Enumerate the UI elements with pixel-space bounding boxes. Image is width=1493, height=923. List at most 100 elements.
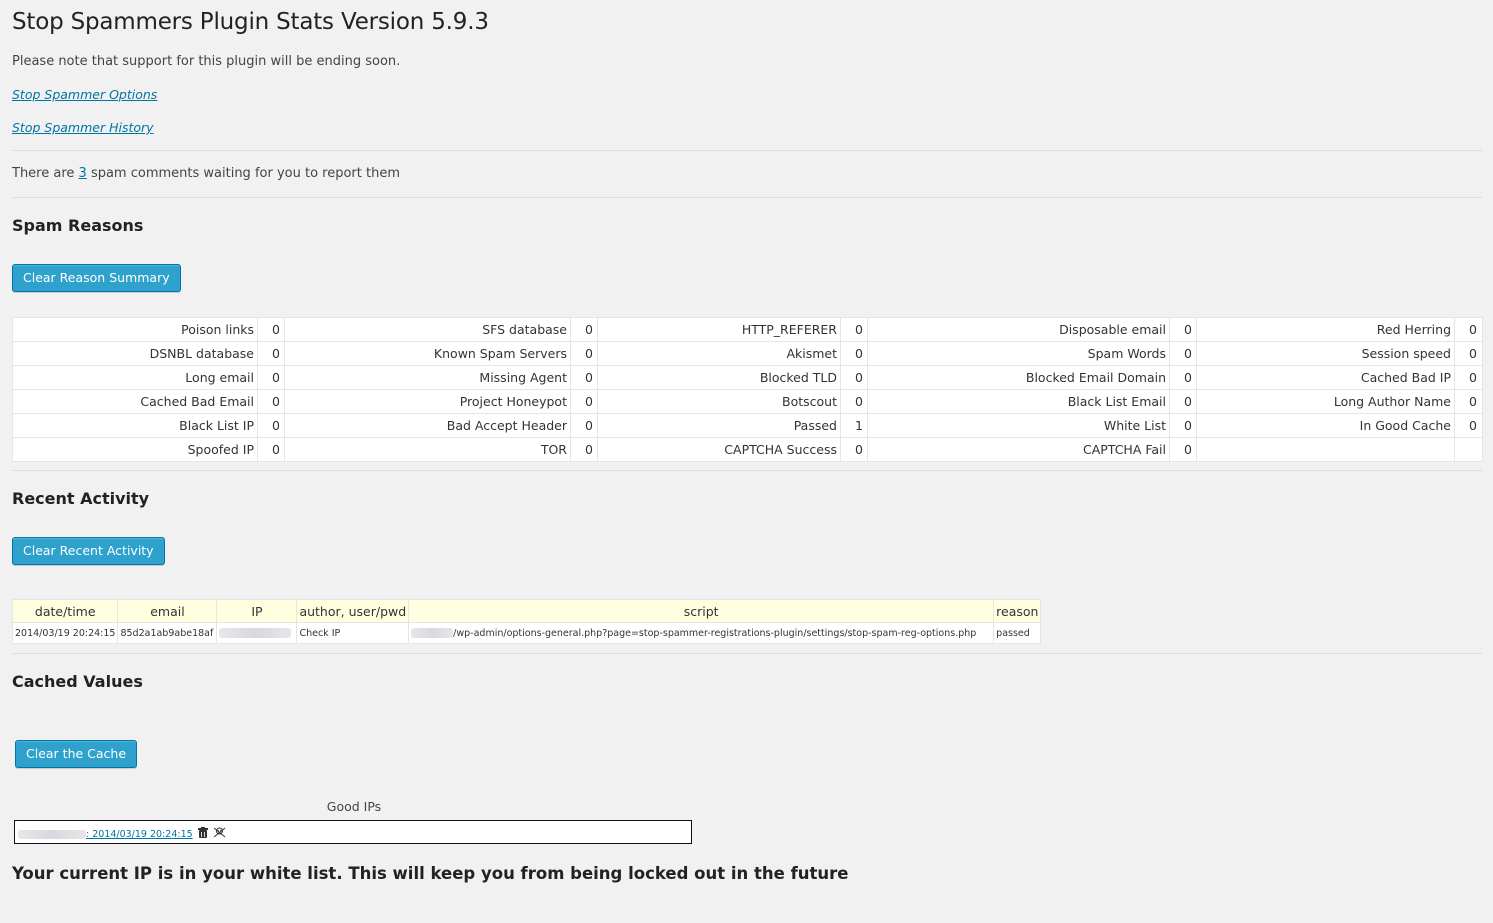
clear-recent-activity-button[interactable]: Clear Recent Activity — [12, 537, 165, 565]
cell-ip — [216, 622, 298, 644]
reason-label: Passed — [597, 413, 841, 438]
cell-datetime: 2014/03/19 20:24:15 — [11, 622, 119, 644]
spam-reasons-table: Poison links 0 SFS database 0 HTTP_REFERER 0 D… — [12, 317, 1483, 462]
reason-label: Spoofed IP — [12, 437, 258, 462]
reason-count: 0 — [570, 389, 598, 414]
reason-count: 0 — [1454, 413, 1483, 438]
reason-label: In Good Cache — [1196, 413, 1455, 438]
reason-count: 0 — [1169, 389, 1197, 414]
cached-values-heading: Cached Values — [12, 672, 143, 691]
reason-label: TOR — [284, 437, 571, 462]
support-notice: Please note that support for this plugin… — [12, 54, 401, 69]
divider — [12, 197, 1482, 198]
reason-count: 0 — [570, 317, 598, 342]
reason-count: 0 — [840, 389, 868, 414]
good-ip-entry: : 2014/03/19 20:24:15 — [18, 826, 226, 841]
reason-label: Poison links — [12, 317, 258, 342]
options-link[interactable]: Stop Spammer Options — [12, 87, 157, 102]
reason-label — [1196, 437, 1455, 462]
reason-count: 0 — [257, 413, 285, 438]
table-row: Long email 0 Missing Agent 0 Blocked TLD 0 Blo… — [12, 365, 1483, 390]
spam-count-link[interactable]: 3 — [79, 166, 87, 181]
reason-count — [1454, 437, 1483, 462]
table-row: Black List IP 0 Bad Accept Header 0 Passed 1 W… — [12, 413, 1483, 438]
reason-count: 0 — [840, 341, 868, 366]
reason-count: 0 — [570, 413, 598, 438]
table-row: Cached Bad Email 0 Project Honeypot 0 Botsco… — [12, 389, 1483, 414]
reason-label: SFS database — [284, 317, 571, 342]
reason-label: Missing Agent — [284, 365, 571, 390]
spam-waiting-text: There are 3 spam comments waiting for yo… — [12, 166, 400, 181]
reason-count: 0 — [257, 437, 285, 462]
col-author: author, user/pwd — [296, 599, 410, 623]
reason-label: Project Honeypot — [284, 389, 571, 414]
reason-count: 0 — [840, 437, 868, 462]
reason-label: Long email — [12, 365, 258, 390]
reason-count: 1 — [840, 413, 868, 438]
col-reason: reason — [993, 599, 1042, 623]
reason-count: 0 — [840, 317, 868, 342]
reason-label: Cached Bad IP — [1196, 365, 1455, 390]
redacted-host — [411, 628, 454, 638]
reason-label: Black List IP — [12, 413, 258, 438]
reason-count: 0 — [1169, 413, 1197, 438]
reason-count: 0 — [1454, 365, 1483, 390]
whitelist-message: Your current IP is in your white list. T… — [12, 864, 849, 883]
redacted-ip — [219, 628, 292, 638]
reason-label: White List — [867, 413, 1170, 438]
divider — [12, 150, 1482, 151]
reason-count: 0 — [1169, 437, 1197, 462]
cell-email: 85d2a1ab9abe18af — [117, 622, 218, 644]
table-row: Spoofed IP 0 TOR 0 CAPTCHA Success 0 CAPTCHA F… — [12, 437, 1483, 462]
reason-count: 0 — [840, 365, 868, 390]
reason-count: 0 — [570, 437, 598, 462]
cell-author: Check IP — [296, 622, 410, 644]
clear-cache-button[interactable]: Clear the Cache — [15, 740, 138, 768]
reason-count: 0 — [1454, 389, 1483, 414]
cell-script: /wp-admin/options-general.php?page=stop-… — [408, 622, 995, 644]
reason-label: Botscout — [597, 389, 841, 414]
spam-reasons-heading: Spam Reasons — [12, 216, 144, 235]
recent-activity-table: date/time email IP author, user/pwd scri… — [11, 599, 1042, 644]
skull-crossbones-icon[interactable] — [213, 827, 226, 838]
clear-reason-summary-button[interactable]: Clear Reason Summary — [12, 264, 181, 292]
reason-label: Known Spam Servers — [284, 341, 571, 366]
reason-label: DSNBL database — [12, 341, 258, 366]
reason-label: Cached Bad Email — [12, 389, 258, 414]
col-email: email — [117, 599, 218, 623]
reason-count: 0 — [257, 317, 285, 342]
reason-count: 0 — [570, 365, 598, 390]
reason-label: Disposable email — [867, 317, 1170, 342]
recent-activity-heading: Recent Activity — [12, 489, 150, 508]
reason-label: HTTP_REFERER — [597, 317, 841, 342]
col-script: script — [408, 599, 995, 623]
reason-count: 0 — [1454, 341, 1483, 366]
divider — [12, 653, 1482, 654]
table-row: 2014/03/19 20:24:15 85d2a1ab9abe18af Che… — [11, 622, 1042, 644]
col-ip: IP — [216, 599, 298, 623]
reason-label: Blocked Email Domain — [867, 365, 1170, 390]
reason-label: Spam Words — [867, 341, 1170, 366]
reason-label: Blocked TLD — [597, 365, 841, 390]
reason-label: CAPTCHA Success — [597, 437, 841, 462]
cell-reason: passed — [993, 622, 1042, 644]
good-ip-link[interactable]: : 2014/03/19 20:24:15 — [18, 829, 193, 840]
page-title: Stop Spammers Plugin Stats Version 5.9.3 — [12, 9, 489, 35]
reason-label: Red Herring — [1196, 317, 1455, 342]
reason-label: Long Author Name — [1196, 389, 1455, 414]
divider — [12, 470, 1482, 471]
good-ips-list: : 2014/03/19 20:24:15 — [14, 820, 692, 844]
reason-count: 0 — [570, 341, 598, 366]
reason-count: 0 — [1169, 341, 1197, 366]
reason-count: 0 — [257, 365, 285, 390]
history-link[interactable]: Stop Spammer History — [12, 120, 154, 135]
reason-count: 0 — [257, 341, 285, 366]
good-ips-label: Good IPs — [326, 799, 382, 814]
reason-count: 0 — [1169, 317, 1197, 342]
reason-label: CAPTCHA Fail — [867, 437, 1170, 462]
col-datetime: date/time — [11, 599, 119, 623]
reason-count: 0 — [257, 389, 285, 414]
reason-label: Session speed — [1196, 341, 1455, 366]
reason-count: 0 — [1169, 365, 1197, 390]
trash-icon[interactable] — [197, 827, 209, 838]
